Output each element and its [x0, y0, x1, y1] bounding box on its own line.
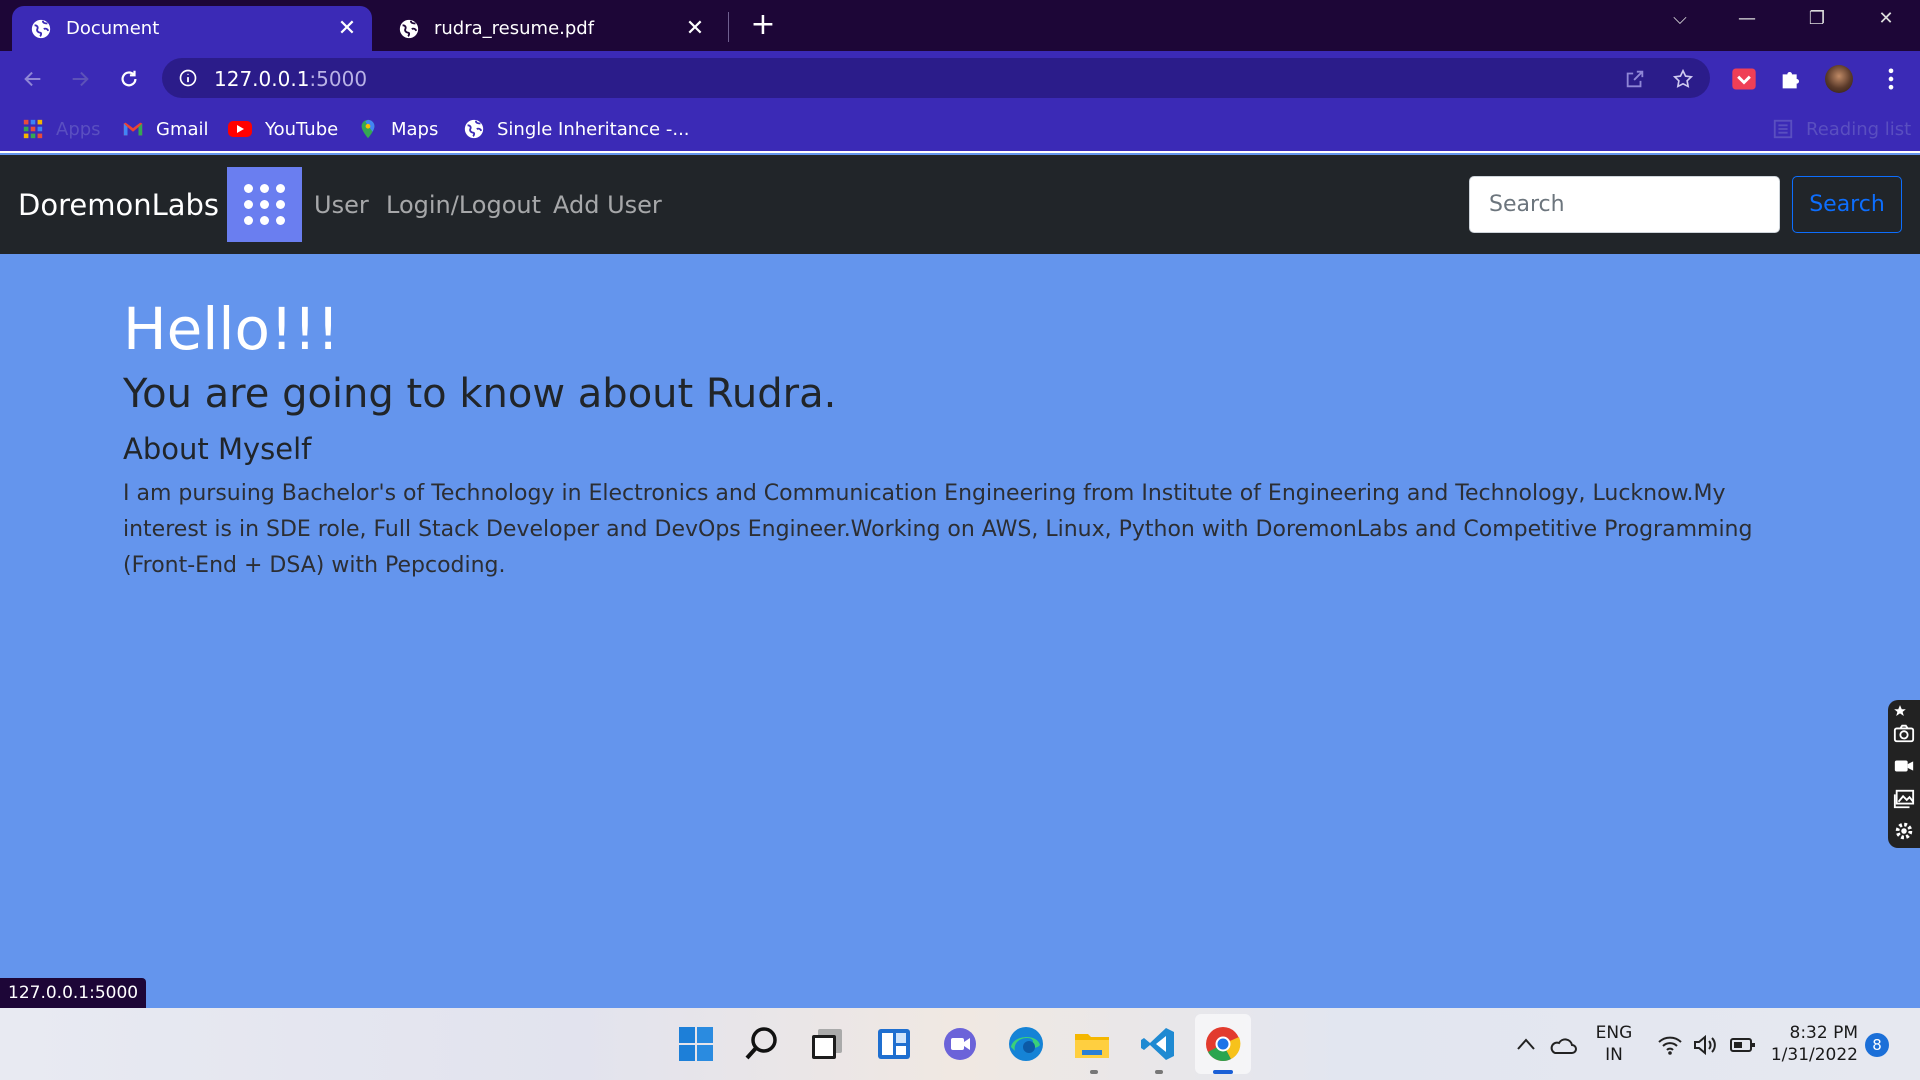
apps-grid-icon[interactable]	[227, 167, 302, 242]
windows-start-icon[interactable]	[677, 1025, 715, 1063]
search-input[interactable]	[1469, 176, 1780, 233]
clock-date: 1/31/2022	[1770, 1045, 1858, 1065]
bookmark-label: Gmail	[156, 118, 209, 140]
about-paragraph: I am pursuing Bachelor's of Technology i…	[123, 481, 1753, 578]
active-indicator	[1213, 1070, 1233, 1074]
page-subheading: You are going to know about Rudra.	[123, 371, 837, 417]
info-icon[interactable]	[178, 68, 198, 88]
running-indicator	[1155, 1070, 1163, 1074]
browser-toolbar: 127.0.0.1:5000	[0, 51, 1920, 106]
gallery-icon[interactable]	[1893, 788, 1915, 810]
battery-icon[interactable]	[1730, 1036, 1756, 1054]
main-content: Hello!!! You are going to know about Rud…	[123, 294, 1783, 584]
bookmark-label: YouTube	[265, 118, 339, 140]
teams-chat-icon[interactable]	[941, 1025, 979, 1063]
status-bar-url: 127.0.0.1:5000	[0, 978, 147, 1008]
edge-icon[interactable]	[1007, 1025, 1045, 1063]
share-icon[interactable]	[1624, 68, 1646, 90]
gear-icon[interactable]	[1893, 820, 1915, 842]
tab-title: rudra_resume.pdf	[434, 18, 595, 39]
restore-button[interactable]: ❐	[1797, 8, 1837, 29]
gmail-icon	[123, 122, 143, 136]
globe-icon	[31, 19, 51, 38]
pin-icon[interactable]	[1893, 704, 1907, 718]
volume-icon[interactable]	[1692, 1034, 1718, 1056]
wifi-icon[interactable]	[1657, 1034, 1683, 1056]
reload-icon	[121, 70, 137, 87]
site-navbar: DoremonLabs User Login/Logout Add User S…	[0, 155, 1920, 254]
back-button[interactable]	[17, 63, 49, 95]
close-window-button[interactable]: ✕	[1866, 8, 1906, 29]
browser-tab-strip: Document ✕ rudra_resume.pdf ✕ + ⌵ — ❐ ✕	[0, 0, 1920, 51]
widgets-icon[interactable]	[875, 1025, 913, 1063]
profile-avatar[interactable]	[1825, 65, 1853, 93]
region-code: IN	[1605, 1045, 1623, 1065]
nav-link-login-logout[interactable]: Login/Logout	[386, 191, 541, 219]
tab-separator	[728, 12, 729, 42]
brand-logo[interactable]: DoremonLabs	[18, 188, 219, 222]
reload-button[interactable]	[113, 63, 145, 95]
reading-list-label: Reading list	[1806, 118, 1912, 140]
bookmark-single-inheritance[interactable]: Single Inheritance -...	[463, 116, 690, 142]
globe-icon	[399, 19, 419, 38]
running-indicator	[1090, 1070, 1098, 1074]
language-code: ENG	[1595, 1023, 1633, 1043]
bookmark-label: Maps	[391, 118, 439, 140]
camera-icon[interactable]	[1893, 722, 1915, 744]
kebab-menu-icon[interactable]	[1877, 65, 1905, 93]
search-icon[interactable]	[743, 1025, 781, 1063]
task-view-icon[interactable]	[808, 1025, 846, 1063]
new-tab-button[interactable]: +	[748, 8, 778, 42]
language-indicator[interactable]: ENG IN	[1592, 1022, 1636, 1066]
close-tab-icon[interactable]: ✕	[678, 16, 712, 41]
bookmark-maps[interactable]: Maps	[357, 116, 438, 142]
tab-title: Document	[66, 18, 160, 39]
chrome-icon[interactable]	[1204, 1025, 1242, 1063]
video-icon[interactable]	[1893, 755, 1915, 777]
bookmark-star-icon[interactable]	[1672, 68, 1694, 90]
about-section-title: About Myself	[123, 432, 312, 466]
capture-toolbar	[1888, 700, 1920, 848]
arrow-left-icon	[24, 71, 41, 87]
minimize-button[interactable]: —	[1727, 8, 1767, 29]
maps-icon	[361, 119, 375, 139]
bookmark-label: Apps	[56, 118, 101, 140]
tab-document[interactable]: Document ✕	[12, 6, 372, 51]
clock-time: 8:32 PM	[1789, 1023, 1859, 1043]
nav-link-user[interactable]: User	[314, 191, 369, 219]
apps-grid-icon	[23, 119, 43, 139]
globe-icon	[464, 119, 484, 139]
pocket-extension-icon[interactable]	[1730, 65, 1758, 93]
tab-resume-pdf[interactable]: rudra_resume.pdf ✕	[380, 6, 720, 51]
bookmark-gmail[interactable]: Gmail	[122, 116, 209, 142]
bookmarks-bar: Apps Gmail YouTube Maps Single Inheritan…	[0, 106, 1920, 153]
search-button[interactable]: Search	[1792, 176, 1902, 233]
youtube-icon	[228, 121, 252, 137]
bookmark-apps[interactable]: Apps	[22, 116, 101, 142]
tab-search-chevron-icon[interactable]: ⌵	[1660, 8, 1700, 29]
extensions-puzzle-icon[interactable]	[1778, 65, 1806, 93]
nav-link-add-user[interactable]: Add User	[553, 191, 662, 219]
onedrive-cloud-icon[interactable]	[1549, 1035, 1577, 1055]
forward-button[interactable]	[64, 63, 96, 95]
vscode-icon[interactable]	[1139, 1025, 1177, 1063]
bookmark-youtube[interactable]: YouTube	[227, 116, 338, 142]
notification-badge[interactable]: 8	[1865, 1033, 1889, 1057]
bookmark-label: Single Inheritance -...	[497, 118, 690, 140]
arrow-right-icon	[72, 71, 89, 87]
windows-taskbar: ENG IN 8:32 PM 1/31/2022	[0, 1008, 1920, 1080]
reading-list-icon	[1773, 119, 1793, 139]
page-heading: Hello!!!	[123, 295, 340, 363]
chevron-up-icon[interactable]	[1516, 1035, 1536, 1053]
close-tab-icon[interactable]: ✕	[330, 16, 364, 41]
file-explorer-icon[interactable]	[1073, 1025, 1111, 1063]
reading-list-button[interactable]: Reading list	[1772, 116, 1911, 142]
address-url: 127.0.0.1:5000	[214, 67, 368, 91]
clock[interactable]: 8:32 PM 1/31/2022	[1768, 1022, 1858, 1066]
address-bar[interactable]: 127.0.0.1:5000	[162, 58, 1710, 98]
